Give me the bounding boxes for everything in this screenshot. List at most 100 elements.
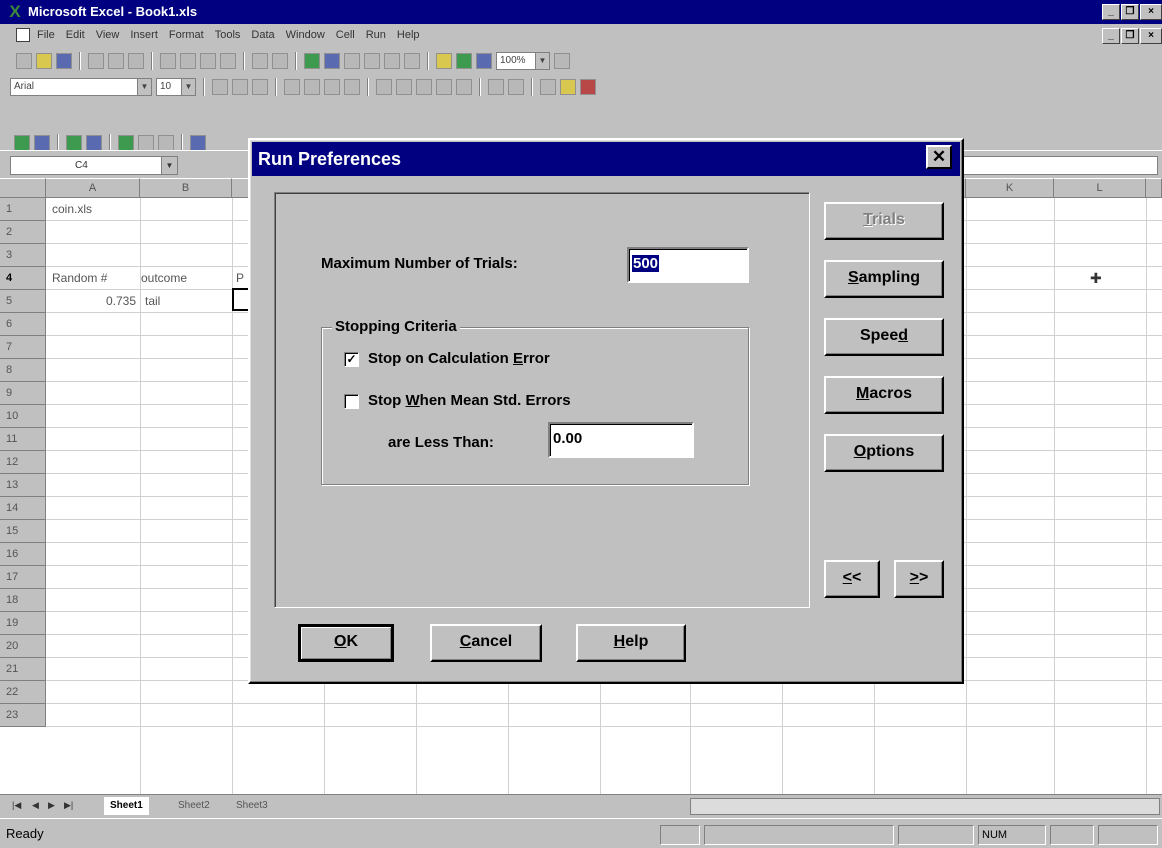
decrease-decimal-icon[interactable] bbox=[456, 79, 472, 95]
cell-b4[interactable]: tail bbox=[145, 290, 160, 312]
next-page-button[interactable]: >> bbox=[894, 560, 944, 598]
speed-button[interactable]: Speed bbox=[824, 318, 944, 356]
undo-icon[interactable] bbox=[252, 53, 268, 69]
menu-format[interactable]: Format bbox=[168, 29, 205, 41]
cell-b3[interactable]: outcome bbox=[141, 267, 187, 289]
less-than-input[interactable]: 0.00 bbox=[548, 422, 694, 458]
paste-data-icon[interactable] bbox=[138, 135, 154, 151]
row-header[interactable]: 20 bbox=[0, 635, 46, 658]
redo-icon[interactable] bbox=[272, 53, 288, 69]
define-decision-icon[interactable] bbox=[34, 135, 50, 151]
row-header[interactable]: 18 bbox=[0, 589, 46, 612]
macros-button[interactable]: Macros bbox=[824, 376, 944, 414]
row-header[interactable]: 11 bbox=[0, 428, 46, 451]
sampling-button[interactable]: Sampling bbox=[824, 260, 944, 298]
row-header[interactable]: 1 bbox=[0, 198, 46, 221]
stop-when-mean-checkbox[interactable] bbox=[344, 394, 359, 409]
max-trials-input[interactable]: 500 bbox=[627, 247, 749, 283]
define-assumption-icon[interactable] bbox=[14, 135, 30, 151]
row-header[interactable]: 22 bbox=[0, 681, 46, 704]
cell-c3[interactable]: P bbox=[236, 267, 244, 289]
sheet-tab-sheet1[interactable]: Sheet1 bbox=[104, 797, 149, 815]
hyperlink-icon[interactable] bbox=[304, 53, 320, 69]
minimize-icon[interactable]: _ bbox=[1102, 4, 1120, 20]
cell-a4[interactable]: 0.735 bbox=[52, 290, 136, 312]
column-header-l[interactable]: L bbox=[1054, 178, 1146, 198]
options-button[interactable]: Options bbox=[824, 434, 944, 472]
align-center-icon[interactable] bbox=[304, 79, 320, 95]
menu-insert[interactable]: Insert bbox=[129, 29, 159, 41]
menu-data[interactable]: Data bbox=[250, 29, 275, 41]
doc-restore-icon[interactable]: ❐ bbox=[1121, 28, 1139, 44]
row-header[interactable]: 7 bbox=[0, 336, 46, 359]
cancel-button[interactable]: Cancel bbox=[430, 624, 542, 662]
sheet-tab-sheet2[interactable]: Sheet2 bbox=[172, 797, 216, 815]
spelling-icon[interactable] bbox=[128, 53, 144, 69]
font-name-select[interactable]: Arial ▼ bbox=[10, 78, 152, 96]
menu-cell[interactable]: Cell bbox=[335, 29, 356, 41]
fill-color-icon[interactable] bbox=[560, 79, 576, 95]
zoom-select[interactable]: 100% ▼ bbox=[496, 52, 550, 70]
menu-window[interactable]: Window bbox=[285, 29, 326, 41]
column-header-k[interactable]: K bbox=[966, 178, 1054, 198]
italic-icon[interactable] bbox=[232, 79, 248, 95]
web-toolbar-icon[interactable] bbox=[324, 53, 340, 69]
copy-icon[interactable] bbox=[180, 53, 196, 69]
row-header[interactable]: 9 bbox=[0, 382, 46, 405]
bold-icon[interactable] bbox=[212, 79, 228, 95]
column-header-m[interactable] bbox=[1146, 178, 1162, 198]
row-header[interactable]: 12 bbox=[0, 451, 46, 474]
font-color-icon[interactable] bbox=[580, 79, 596, 95]
row-header[interactable]: 2 bbox=[0, 221, 46, 244]
menu-edit[interactable]: Edit bbox=[65, 29, 86, 41]
column-header-b[interactable]: B bbox=[140, 178, 232, 198]
increase-decimal-icon[interactable] bbox=[436, 79, 452, 95]
menu-help[interactable]: Help bbox=[396, 29, 421, 41]
merge-center-icon[interactable] bbox=[344, 79, 360, 95]
previous-page-button[interactable]: << bbox=[824, 560, 880, 598]
stop-on-error-label[interactable]: Stop on Calculation Error bbox=[368, 350, 550, 367]
decrease-indent-icon[interactable] bbox=[488, 79, 504, 95]
restore-icon[interactable]: ❐ bbox=[1121, 4, 1139, 20]
row-header[interactable]: 21 bbox=[0, 658, 46, 681]
menu-file[interactable]: File bbox=[36, 29, 56, 41]
define-forecast-icon[interactable] bbox=[66, 135, 82, 151]
ok-button[interactable]: OK bbox=[298, 624, 394, 662]
comma-icon[interactable] bbox=[416, 79, 432, 95]
menu-run[interactable]: Run bbox=[365, 29, 387, 41]
row-header[interactable]: 23 bbox=[0, 704, 46, 727]
last-sheet-icon[interactable]: ▶| bbox=[64, 800, 73, 811]
horizontal-scrollbar[interactable] bbox=[690, 798, 1160, 815]
map-icon[interactable] bbox=[456, 53, 472, 69]
save-icon[interactable] bbox=[56, 53, 72, 69]
run-preferences-icon[interactable] bbox=[190, 135, 206, 151]
row-header-active[interactable]: 4 bbox=[0, 267, 46, 290]
sheet-tab-sheet3[interactable]: Sheet3 bbox=[230, 797, 274, 815]
trials-button[interactable]: Trials bbox=[824, 202, 944, 240]
stop-when-mean-label[interactable]: Stop When Mean Std. Errors bbox=[368, 392, 571, 409]
row-header[interactable]: 16 bbox=[0, 543, 46, 566]
select-all-corner[interactable] bbox=[0, 178, 46, 198]
new-icon[interactable] bbox=[16, 53, 32, 69]
first-sheet-icon[interactable]: |◀ bbox=[12, 800, 21, 811]
cell-a3[interactable]: Random # bbox=[52, 267, 107, 289]
select-assumptions-icon[interactable] bbox=[86, 135, 102, 151]
row-header[interactable]: 5 bbox=[0, 290, 46, 313]
doc-close-icon[interactable]: × bbox=[1140, 28, 1162, 44]
row-header[interactable]: 14 bbox=[0, 497, 46, 520]
borders-icon[interactable] bbox=[540, 79, 556, 95]
cell-a1[interactable]: coin.xls bbox=[52, 198, 92, 220]
function-icon[interactable] bbox=[364, 53, 380, 69]
increase-indent-icon[interactable] bbox=[508, 79, 524, 95]
chart-wizard-icon[interactable] bbox=[436, 53, 452, 69]
menu-tools[interactable]: Tools bbox=[214, 29, 242, 41]
workbook-icon[interactable] bbox=[16, 28, 30, 42]
autosum-icon[interactable] bbox=[344, 53, 360, 69]
percent-icon[interactable] bbox=[396, 79, 412, 95]
sort-ascending-icon[interactable] bbox=[384, 53, 400, 69]
dialog-close-icon[interactable]: ✕ bbox=[926, 145, 952, 169]
prev-sheet-icon[interactable]: ◀ bbox=[32, 800, 39, 811]
clear-data-icon[interactable] bbox=[158, 135, 174, 151]
column-header-a[interactable]: A bbox=[46, 178, 140, 198]
row-header[interactable]: 15 bbox=[0, 520, 46, 543]
